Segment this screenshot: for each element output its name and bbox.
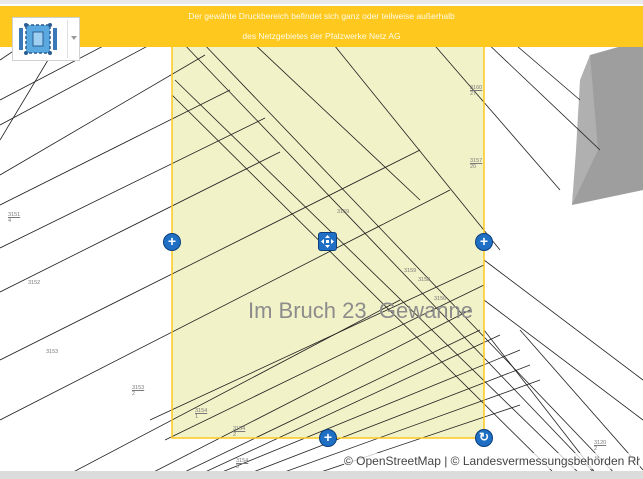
map-attribution: © OpenStreetMap | © Landesvermessungsbeh…	[344, 453, 640, 469]
bottom-divider	[0, 471, 643, 479]
parcel-label: 3154 3	[236, 458, 249, 470]
parcel-label: 3160 27	[470, 85, 483, 97]
print-area-tool-button[interactable]	[17, 22, 61, 56]
rotate-handle[interactable]: ↻	[475, 429, 493, 447]
parcel-label: 3153	[46, 349, 59, 355]
parcel-label: 3159	[337, 209, 350, 215]
print-area-icon	[19, 23, 57, 55]
resize-handle-bottom[interactable]: +	[319, 429, 337, 447]
tool-dropdown-button[interactable]	[67, 20, 80, 58]
warning-banner: Der gewähte Druckbereich befindet sich g…	[0, 6, 643, 47]
area-label: Im Bruch 23. Gewanne	[248, 298, 474, 323]
caret-down-icon	[71, 36, 77, 40]
parcel-label: 3158	[418, 277, 431, 283]
resize-handle-right[interactable]: +	[475, 233, 493, 251]
parcel-label: 3151 4	[8, 212, 21, 224]
map-canvas[interactable]: 3151 4 3152 3153 3153 2 3154 1 3154 2 3154 3 …	[0, 0, 643, 479]
warning-line-1: Der gewähte Druckbereich befindet sich g…	[188, 11, 455, 21]
parcel-label: 3153 2	[132, 385, 145, 397]
move-arrows-icon	[321, 235, 334, 248]
parcel-label: 3152	[28, 280, 41, 286]
warning-line-2: des Netzgebietes der Pfalzwerke Netz AG	[242, 31, 401, 41]
parcel-label: 3159	[404, 268, 417, 274]
move-handle[interactable]	[318, 232, 337, 251]
parcel-label: 3154 2	[233, 426, 246, 438]
resize-handle-left[interactable]: +	[163, 233, 181, 251]
print-tool-selector[interactable]	[12, 17, 80, 61]
parcel-label: 3154 1	[195, 408, 208, 420]
parcel-label: 3157 20	[470, 158, 483, 170]
top-divider	[0, 0, 643, 4]
parcel-label: 3120 2	[594, 440, 607, 452]
